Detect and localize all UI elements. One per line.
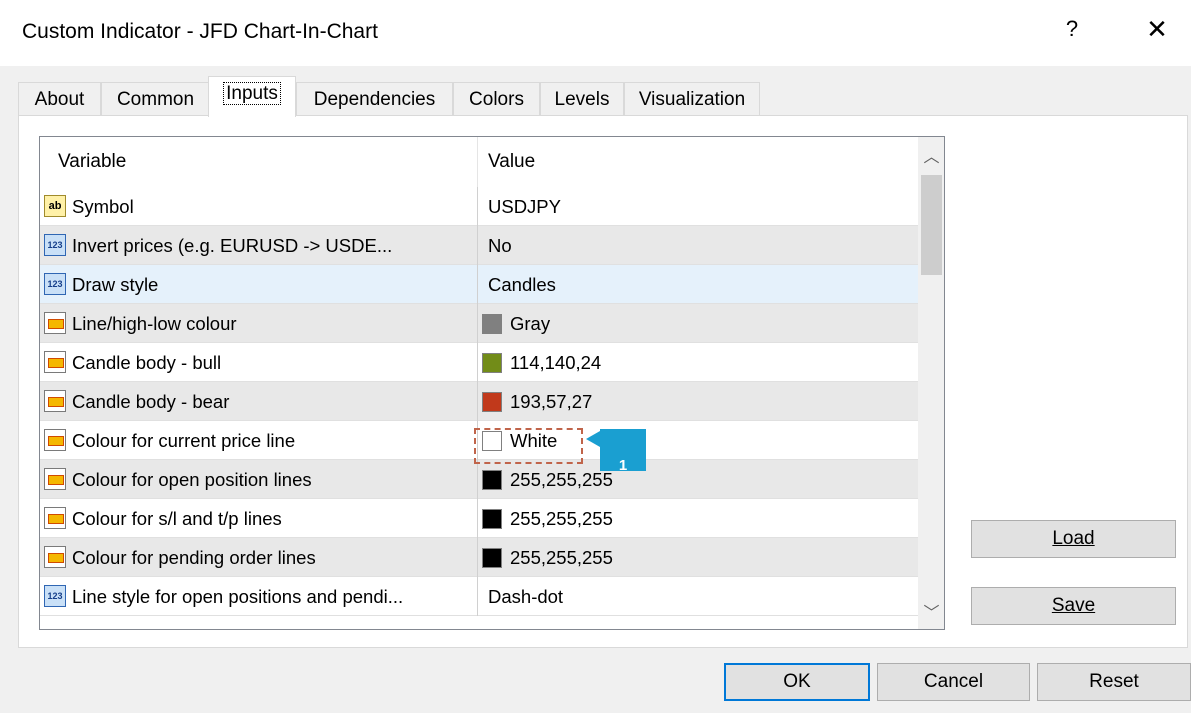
- load-button[interactable]: Load: [971, 520, 1176, 558]
- row-divider: [477, 577, 478, 616]
- tab-label: Levels: [554, 89, 610, 110]
- row-name: Colour for current price line: [72, 430, 296, 451]
- header-value[interactable]: Value: [488, 151, 535, 173]
- color-icon: [44, 507, 66, 529]
- color-swatch[interactable]: [482, 392, 502, 412]
- ok-button[interactable]: OK: [724, 663, 870, 701]
- row-value[interactable]: Gray: [510, 313, 550, 335]
- row-value[interactable]: 255,255,255: [510, 547, 613, 569]
- callout-arrow: [586, 431, 600, 447]
- ab-icon: ab: [44, 195, 66, 217]
- row-value[interactable]: 255,255,255: [510, 508, 613, 530]
- vertical-scrollbar[interactable]: ︿ ﹀: [918, 137, 944, 629]
- grid-row-symbol[interactable]: ab Symbol USDJPY: [40, 187, 918, 226]
- row-divider: [477, 304, 478, 343]
- color-swatch[interactable]: [482, 353, 502, 373]
- color-icon: [44, 390, 66, 412]
- grid-row-line-colour[interactable]: Line/high-low colour Gray: [40, 304, 918, 343]
- tab-label: About: [34, 89, 85, 110]
- row-name: Line style for open positions and pendi.…: [72, 586, 404, 607]
- row-value[interactable]: 193,57,27: [510, 391, 592, 413]
- grid-row-invert-prices[interactable]: 123 Invert prices (e.g. EURUSD -> USDE..…: [40, 226, 918, 265]
- tab-visualization[interactable]: Visualization: [624, 82, 760, 115]
- cancel-button[interactable]: Cancel: [877, 663, 1030, 701]
- grid-row-open-position-colour[interactable]: Colour for open position lines 255,255,2…: [40, 460, 918, 499]
- 123-icon: 123: [44, 234, 66, 256]
- color-icon: [44, 351, 66, 373]
- grid-row-candle-bull[interactable]: Candle body - bull 114,140,24: [40, 343, 918, 382]
- tab-levels[interactable]: Levels: [540, 82, 624, 115]
- tab-label: Dependencies: [313, 89, 436, 110]
- highlight-box: [474, 428, 583, 464]
- tab-dependencies[interactable]: Dependencies: [296, 82, 453, 115]
- save-label: Save: [1051, 595, 1096, 616]
- save-button[interactable]: Save: [971, 587, 1176, 625]
- 123-icon: 123: [44, 585, 66, 607]
- row-name: Colour for s/l and t/p lines: [72, 508, 282, 529]
- header-divider: [477, 137, 478, 187]
- color-icon: [44, 468, 66, 490]
- window-title: Custom Indicator - JFD Chart-In-Chart: [22, 20, 378, 43]
- inputs-grid[interactable]: Variable Value ab Symbol USDJPY 123 Inve…: [39, 136, 945, 630]
- load-label: Load: [1052, 528, 1095, 549]
- reset-button[interactable]: Reset: [1037, 663, 1191, 701]
- grid-row-candle-bear[interactable]: Candle body - bear 193,57,27: [40, 382, 918, 421]
- tab-about[interactable]: About: [18, 82, 101, 115]
- row-divider: [477, 226, 478, 265]
- row-name: Symbol: [72, 196, 134, 217]
- row-value[interactable]: No: [488, 235, 512, 257]
- row-value[interactable]: USDJPY: [488, 196, 561, 218]
- header-variable[interactable]: Variable: [58, 151, 126, 173]
- color-icon: [44, 429, 66, 451]
- tab-colors[interactable]: Colors: [453, 82, 540, 115]
- row-name: Colour for open position lines: [72, 469, 312, 490]
- grid-row-line-style[interactable]: 123 Line style for open positions and pe…: [40, 577, 918, 616]
- tab-inputs[interactable]: Inputs: [208, 76, 296, 117]
- row-divider: [477, 187, 478, 226]
- color-icon: [44, 546, 66, 568]
- grid-row-sl-tp-colour[interactable]: Colour for s/l and t/p lines 255,255,255: [40, 499, 918, 538]
- row-name: Invert prices (e.g. EURUSD -> USDE...: [72, 235, 393, 256]
- tab-label: Inputs: [223, 82, 281, 105]
- grid-row-pending-order-colour[interactable]: Colour for pending order lines 255,255,2…: [40, 538, 918, 577]
- chevron-up-icon[interactable]: ︿: [918, 143, 944, 167]
- grid-header: Variable Value: [40, 137, 918, 187]
- color-swatch[interactable]: [482, 509, 502, 529]
- row-divider: [477, 343, 478, 382]
- close-button[interactable]: ✕: [1142, 14, 1172, 45]
- tab-label: Colors: [469, 89, 524, 110]
- row-divider: [477, 499, 478, 538]
- row-name: Draw style: [72, 274, 159, 295]
- row-divider: [477, 265, 478, 304]
- color-swatch[interactable]: [482, 314, 502, 334]
- chevron-down-icon[interactable]: ﹀: [918, 599, 944, 623]
- tab-label: Visualization: [638, 89, 746, 110]
- row-value[interactable]: Dash-dot: [488, 586, 563, 608]
- row-value[interactable]: Candles: [488, 274, 556, 296]
- color-icon: [44, 312, 66, 334]
- tab-label: Common: [116, 89, 195, 110]
- row-value[interactable]: 114,140,24: [510, 352, 601, 374]
- help-button[interactable]: ?: [1060, 16, 1084, 42]
- scrollbar-thumb[interactable]: [921, 175, 942, 275]
- tab-common[interactable]: Common: [101, 82, 210, 115]
- title-bar: Custom Indicator - JFD Chart-In-Chart ? …: [0, 0, 1191, 66]
- color-swatch[interactable]: [482, 470, 502, 490]
- row-value[interactable]: 255,255,255: [510, 469, 613, 491]
- row-name: Colour for pending order lines: [72, 547, 316, 568]
- callout-badge: 1: [600, 429, 646, 471]
- row-divider: [477, 460, 478, 499]
- row-name: Candle body - bull: [72, 352, 222, 373]
- color-swatch[interactable]: [482, 548, 502, 568]
- row-name: Line/high-low colour: [72, 313, 237, 334]
- grid-row-draw-style[interactable]: 123 Draw style Candles: [40, 265, 918, 304]
- row-divider: [477, 382, 478, 421]
- row-divider: [477, 538, 478, 577]
- row-name: Candle body - bear: [72, 391, 230, 412]
- 123-icon: 123: [44, 273, 66, 295]
